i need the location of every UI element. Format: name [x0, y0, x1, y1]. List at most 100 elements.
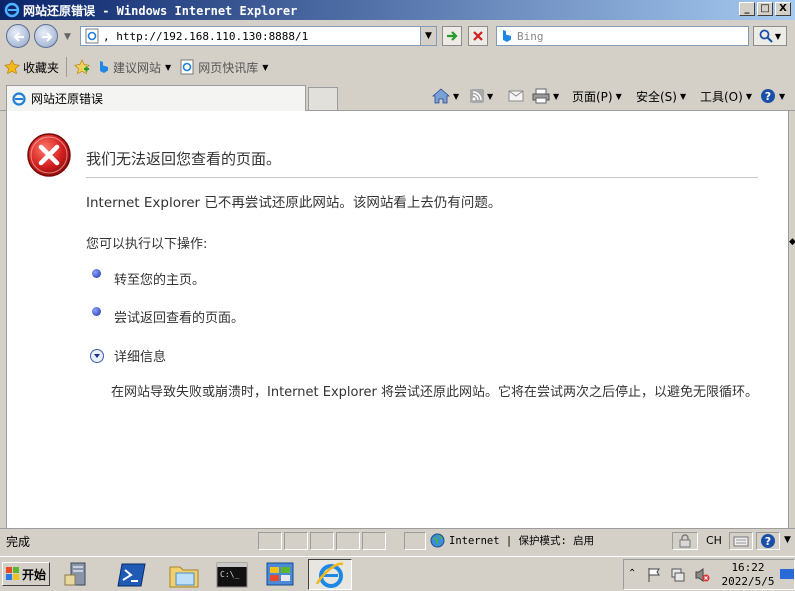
status-panel: [404, 532, 426, 550]
page-content: 我们无法返回您查看的页面。 Internet Explorer 已不再尝试还原此…: [6, 111, 789, 528]
powershell-icon: [117, 563, 146, 586]
safety-menu[interactable]: 安全(S) ▼: [636, 85, 686, 107]
start-button[interactable]: 开始: [2, 562, 50, 586]
command-prompt-button[interactable]: C:\_: [210, 559, 254, 590]
show-desktop-icon[interactable]: [780, 569, 794, 579]
start-label: 开始: [22, 567, 47, 582]
suggested-sites-link[interactable]: 建议网站 ▼: [94, 56, 175, 78]
show-hidden-icons-icon[interactable]: ⌃: [628, 568, 636, 579]
status-bar: 完成 Internet | 保护模式: 启用 CH ? ▼: [0, 528, 795, 552]
ie-page-icon: [12, 91, 26, 106]
address-toolbar: ▼ , http://192.168.110.130:8888/1 ▼ Bing…: [0, 20, 795, 52]
lock-icon: [679, 534, 691, 548]
flag-icon[interactable]: [646, 567, 662, 583]
page-menu-label: 页面(P): [572, 89, 613, 104]
mail-icon: [508, 90, 524, 102]
ie-logo-icon: [4, 2, 20, 18]
clock[interactable]: 16:22 2022/5/5: [718, 561, 778, 589]
bullet-icon: [92, 269, 101, 278]
address-dropdown-icon[interactable]: ▼: [420, 27, 436, 45]
language-indicator[interactable]: CH: [706, 534, 722, 547]
favorites-button[interactable]: 收藏夹: [0, 56, 63, 78]
go-home-link[interactable]: 转至您的主页。: [114, 269, 205, 288]
clock-time: 16:22: [731, 561, 765, 574]
explorer-button[interactable]: [162, 559, 206, 590]
chevron-down-icon: ▼: [679, 91, 687, 101]
keyboard-icon: [733, 536, 749, 547]
status-text: 完成: [6, 535, 31, 549]
tools-menu[interactable]: 工具(O) ▼: [700, 85, 752, 107]
page-menu[interactable]: 页面(P) ▼: [572, 85, 622, 107]
chevron-down-icon: ▼: [553, 91, 560, 101]
minimize-button[interactable]: _: [739, 2, 755, 16]
go-button[interactable]: [442, 26, 462, 46]
chevron-down-icon: ▼: [779, 91, 786, 101]
svg-text:?: ?: [765, 535, 771, 548]
volume-muted-icon[interactable]: [694, 567, 710, 583]
suggested-sites-label: 建议网站: [113, 60, 162, 75]
status-panel: [310, 532, 334, 550]
bing-icon: [503, 30, 511, 42]
chevron-down-icon[interactable]: ▼: [784, 535, 791, 545]
help-tray-button[interactable]: ?: [756, 532, 780, 550]
read-mail-button[interactable]: [508, 85, 524, 107]
ie-logo-icon: [315, 562, 344, 588]
close-button[interactable]: X: [775, 2, 791, 16]
server-manager-button[interactable]: [56, 559, 100, 590]
divider: [86, 177, 758, 178]
search-button[interactable]: ▼: [753, 26, 787, 46]
feeds-button[interactable]: ▼: [470, 85, 493, 107]
tab-active[interactable]: 网站还原错误: [6, 85, 306, 111]
toolbar-separator: [66, 57, 68, 77]
favorites-bar: 收藏夹 建议网站 ▼ 网页快讯库 ▼: [0, 52, 795, 82]
go-back-link[interactable]: 尝试返回查看的页面。: [114, 307, 244, 326]
status-panel: [362, 532, 386, 550]
status-panel: [336, 532, 360, 550]
forward-arrow-icon: [42, 32, 53, 42]
status-panel: [258, 532, 282, 550]
server-manager-icon: [64, 562, 86, 585]
help-icon: ?: [761, 89, 775, 103]
back-button[interactable]: [6, 24, 30, 48]
window-title-bar[interactable]: 网站还原错误 - Windows Internet Explorer _ □ X: [0, 0, 795, 20]
network-icon[interactable]: [670, 567, 686, 583]
webslice-icon: [180, 59, 194, 75]
svg-text:?: ?: [765, 90, 771, 103]
zone-text: Internet | 保护模式: 启用: [449, 535, 595, 547]
history-dropdown-icon[interactable]: ▼: [64, 32, 71, 42]
go-arrow-icon: [447, 31, 458, 41]
more-info-text: 在网站导致失败或崩溃时，Internet Explorer 将尝试还原此网站。它…: [111, 385, 759, 400]
print-button[interactable]: ▼: [532, 85, 559, 107]
control-panel-button[interactable]: [258, 559, 302, 590]
url-text[interactable]: , http://192.168.110.130:8888/1: [103, 30, 308, 43]
forward-button[interactable]: [34, 24, 58, 48]
chevron-down-icon: ▼: [487, 91, 494, 101]
globe-icon: [430, 533, 445, 548]
home-button[interactable]: ▼: [432, 85, 459, 107]
clock-date: 2022/5/5: [721, 575, 775, 588]
input-method-button[interactable]: [729, 532, 753, 550]
help-button[interactable]: ? ▼: [760, 85, 785, 107]
powershell-button[interactable]: [110, 559, 154, 590]
expand-details-icon[interactable]: [90, 349, 104, 363]
web-slice-gallery-link[interactable]: 网页快讯库 ▼: [175, 56, 272, 78]
error-icon: [27, 133, 71, 177]
address-field[interactable]: , http://192.168.110.130:8888/1 ▼: [80, 26, 437, 46]
new-tab-button[interactable]: [308, 87, 338, 111]
window-title: 网站还原错误 - Windows Internet Explorer: [23, 3, 298, 18]
security-zone[interactable]: Internet | 保护模式: 启用: [430, 533, 594, 548]
search-dropdown-icon[interactable]: ▼: [775, 32, 781, 41]
stop-button[interactable]: [468, 26, 488, 46]
protected-mode-button[interactable]: [672, 532, 698, 550]
search-placeholder: Bing: [517, 29, 544, 43]
stop-x-icon: [473, 31, 483, 41]
help-icon: ?: [761, 534, 775, 548]
internet-explorer-taskbar-button[interactable]: [308, 559, 352, 590]
error-message: Internet Explorer 已不再尝试还原此网站。该网站看上去仍有问题。: [86, 195, 502, 211]
tab-bar: 网站还原错误 ▼ ▼ ▼ 页面(P) ▼ 安全(S) ▼ 工具(O) ▼ ? ▼: [0, 82, 795, 111]
add-favorite-button[interactable]: [70, 56, 94, 78]
search-field[interactable]: Bing: [496, 26, 749, 46]
maximize-button[interactable]: □: [757, 2, 773, 16]
tab-label: 网站还原错误: [31, 92, 104, 106]
more-info-toggle[interactable]: 详细信息: [114, 346, 166, 365]
